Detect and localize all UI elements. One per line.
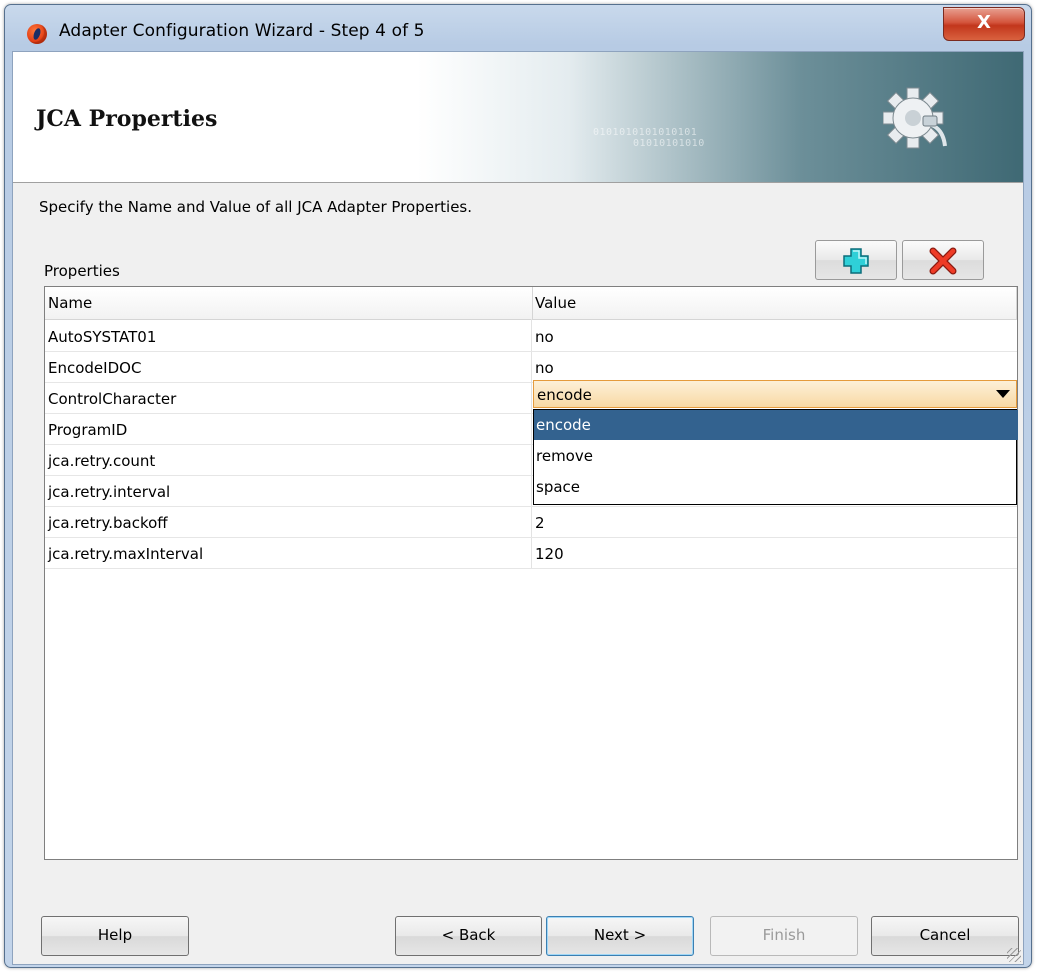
plus-icon bbox=[843, 248, 869, 274]
wizard-body: JCA Properties 0101010101010101 01010101… bbox=[12, 51, 1024, 965]
property-value[interactable]: no bbox=[535, 351, 1013, 382]
properties-table[interactable]: Name Value AutoSYSTAT01 no EncodeIDOC no… bbox=[44, 286, 1018, 860]
jdeveloper-icon bbox=[27, 24, 47, 44]
dropdown-option-encode[interactable]: encode bbox=[534, 410, 1018, 440]
header-banner: JCA Properties 0101010101010101 01010101… bbox=[13, 52, 1023, 183]
red-x-icon bbox=[929, 247, 957, 275]
binary-line-1: 0101010101010101 bbox=[593, 127, 698, 138]
table-row[interactable]: EncodeIDOC no bbox=[45, 351, 1017, 383]
instructions-text: Specify the Name and Value of all JCA Ad… bbox=[39, 198, 473, 216]
close-button[interactable]: X bbox=[943, 7, 1025, 41]
table-row[interactable]: jca.retry.backoff 2 bbox=[45, 506, 1017, 538]
control-character-combo[interactable]: encode bbox=[533, 380, 1017, 408]
back-button[interactable]: < Back bbox=[395, 916, 542, 956]
property-name: jca.retry.count bbox=[48, 452, 156, 470]
gear-plug-icon bbox=[883, 87, 947, 149]
dropdown-option-space[interactable]: space bbox=[534, 472, 1018, 502]
table-row[interactable]: jca.retry.maxInterval 120 bbox=[45, 537, 1017, 569]
finish-button[interactable]: Finish bbox=[710, 916, 858, 956]
page-title: JCA Properties bbox=[36, 106, 218, 132]
table-header: Name Value bbox=[45, 287, 1017, 320]
property-name: AutoSYSTAT01 bbox=[48, 328, 157, 346]
help-button[interactable]: Help bbox=[41, 916, 189, 956]
next-button[interactable]: Next > bbox=[546, 916, 694, 956]
binary-line-2: 01010101010 bbox=[633, 138, 705, 149]
property-name: ControlCharacter bbox=[48, 390, 177, 408]
dropdown-option-remove[interactable]: remove bbox=[534, 441, 1018, 471]
window-title: Adapter Configuration Wizard - Step 4 of… bbox=[59, 21, 425, 41]
property-name: jca.retry.backoff bbox=[48, 514, 168, 532]
binary-decoration: 0101010101010101 01010101010 bbox=[593, 127, 705, 149]
properties-label: Properties bbox=[44, 262, 120, 280]
property-name: jca.retry.maxInterval bbox=[48, 545, 204, 563]
delete-property-button[interactable] bbox=[902, 240, 984, 280]
property-value[interactable]: 120 bbox=[535, 537, 1013, 568]
table-row[interactable]: AutoSYSTAT01 no bbox=[45, 320, 1017, 352]
column-header-value[interactable]: Value bbox=[532, 287, 1017, 319]
column-header-name[interactable]: Name bbox=[45, 287, 533, 319]
combo-selected-value: encode bbox=[537, 386, 592, 404]
resize-grip[interactable] bbox=[1007, 948, 1021, 962]
cancel-button[interactable]: Cancel bbox=[871, 916, 1019, 956]
add-property-button[interactable] bbox=[815, 240, 897, 280]
property-value[interactable]: 2 bbox=[535, 506, 1013, 537]
property-name: jca.retry.interval bbox=[48, 483, 171, 501]
property-name: EncodeIDOC bbox=[48, 359, 142, 377]
title-bar: Adapter Configuration Wizard - Step 4 of… bbox=[5, 5, 1031, 45]
dropdown-arrow-icon[interactable] bbox=[996, 390, 1010, 398]
property-name: ProgramID bbox=[48, 421, 128, 439]
property-value[interactable]: no bbox=[535, 320, 1013, 351]
dropdown-list[interactable]: encode remove space bbox=[533, 409, 1018, 505]
wizard-window: Adapter Configuration Wizard - Step 4 of… bbox=[4, 4, 1032, 968]
